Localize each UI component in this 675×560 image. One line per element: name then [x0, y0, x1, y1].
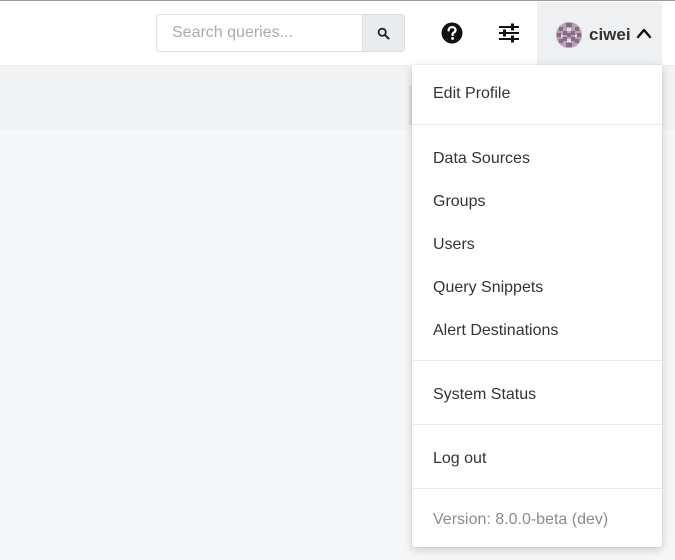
menu-divider: [412, 488, 662, 489]
menu-divider: [412, 360, 662, 361]
menu-item-alert-destinations[interactable]: Alert Destinations: [412, 311, 662, 351]
menu-item-users[interactable]: Users: [412, 225, 662, 265]
search-box: [156, 14, 405, 52]
menu-item-edit-profile[interactable]: Edit Profile: [412, 74, 662, 114]
settings-button[interactable]: [492, 16, 526, 50]
user-profile-toggle[interactable]: ciwei: [537, 2, 662, 66]
menu-divider: [412, 424, 662, 425]
menu-item-groups[interactable]: Groups: [412, 182, 662, 222]
help-button[interactable]: [435, 16, 469, 50]
avatar: [556, 22, 582, 48]
search-input[interactable]: [157, 15, 364, 51]
chevron-up-icon: [636, 28, 652, 39]
menu-item-log-out[interactable]: Log out: [412, 439, 662, 479]
sliders-icon: [499, 23, 519, 43]
menu-divider: [412, 124, 662, 125]
menu-item-data-sources[interactable]: Data Sources: [412, 139, 662, 179]
search-button[interactable]: [362, 15, 404, 51]
username-label: ciwei: [589, 25, 631, 44]
top-header: ciwei: [0, 1, 675, 66]
menu-item-query-snippets[interactable]: Query Snippets: [412, 268, 662, 308]
user-dropdown-menu: Edit Profile Data Sources Groups Users Q…: [412, 65, 662, 547]
question-circle-icon: [441, 22, 463, 44]
version-label: Version: 8.0.0-beta (dev): [433, 511, 609, 528]
search-icon: [377, 27, 390, 40]
menu-item-system-status[interactable]: System Status: [412, 375, 662, 415]
